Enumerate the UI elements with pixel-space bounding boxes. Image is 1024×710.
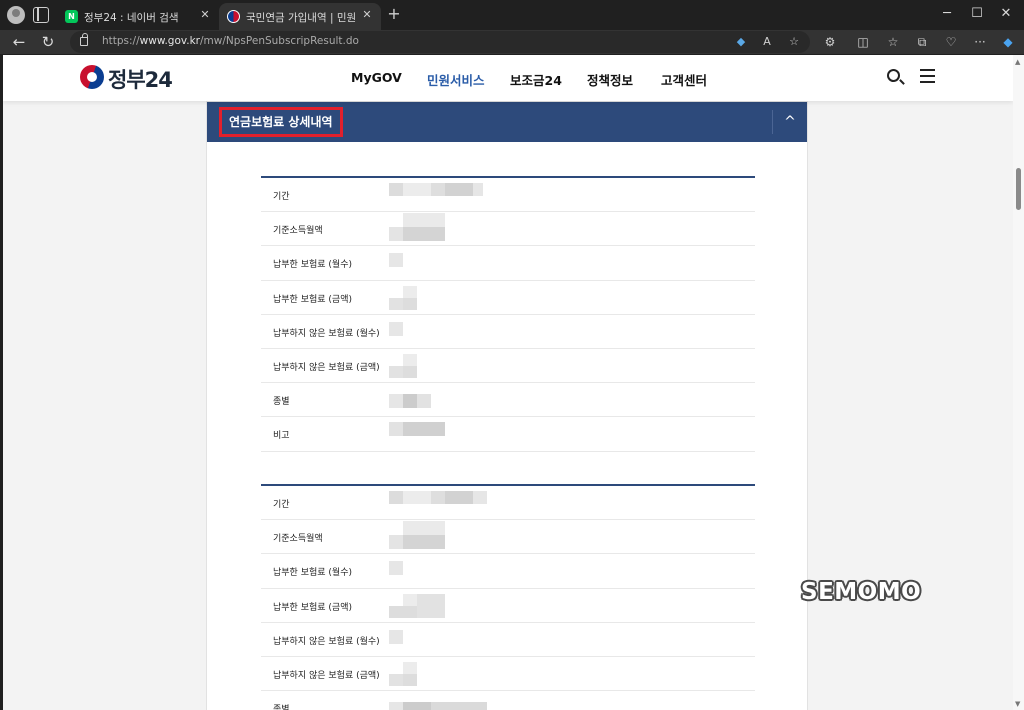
row-label: 기준소득월액 [273,534,323,545]
gov-emblem-icon[interactable] [80,65,104,89]
row-label: 비고 [273,431,290,442]
nav-subsidy24[interactable]: 보조금24 [510,70,562,89]
nav-policy-info[interactable]: 정책정보 [587,70,633,89]
masked-value [389,661,489,686]
extensions-icon[interactable]: ⚙ [822,34,838,50]
copilot-icon[interactable]: ◆ [1000,34,1016,50]
scroll-thumb[interactable] [1016,168,1021,210]
nav-mygov[interactable]: MyGOV [351,70,402,85]
maximize-icon[interactable]: ☐ [967,5,987,23]
new-tab-icon[interactable]: + [386,6,402,22]
row-label: 납부한 보험료 (금액) [273,294,352,305]
read-aloud-icon[interactable]: A [759,34,775,50]
nav-customer-center[interactable]: 고객센터 [661,70,707,89]
masked-value [389,388,489,412]
address-bar[interactable]: https://www.gov.kr/mw/NpsPenSubscripResu… [70,31,810,53]
site-logo[interactable]: 정부24 [108,64,173,94]
browser-tab-strip: N 정부24 : 네이버 검색 ✕ 국민연금 가입내역 | 민원서비스 | ✕ … [0,0,1024,30]
page-scrollbar[interactable]: ▲ ▼ [1013,55,1024,710]
row-label: 납부한 보험료 (금액) [273,602,352,613]
table-row: 종별 [261,383,755,418]
masked-value [389,559,489,583]
refresh-icon[interactable]: ↻ [38,32,58,52]
masked-value [389,285,489,310]
gov24-icon [227,10,240,23]
minimize-icon[interactable]: ─ [937,5,957,23]
record-table-1: 기간 기준소득월액 납부한 보험료 (월수) 납부한 보험료 (금액) 납부하지… [261,176,755,452]
table-row: 납부한 보험료 (금액) [261,589,755,623]
nav-civil-services[interactable]: 민원서비스 [427,70,485,89]
table-row: 종별 [261,691,755,710]
table-row: 납부하지 않은 보험료 (금액) [261,657,755,692]
page-viewport: 정부24 MyGOV 민원서비스 보조금24 정책정보 고객센터 연금보험료 상… [3,55,1013,710]
lock-icon[interactable] [80,33,88,46]
masked-value [389,491,489,515]
row-label: 기간 [273,192,290,202]
masked-value [389,353,489,378]
table-row: 납부하지 않은 보험료 (월수) [261,315,755,349]
table-row: 기준소득월액 [261,212,755,247]
section-title: 연금보험료 상세내역 [219,107,343,137]
row-label: 납부한 보험료 (월수) [273,568,352,579]
tab-title: 정부24 : 네이버 검색 [84,12,179,24]
collapse-chevron-up-icon[interactable]: ^ [773,102,807,142]
row-label: 납부하지 않은 보험료 (금액) [273,670,380,681]
search-icon[interactable] [887,69,900,82]
browser-tab-naver[interactable]: N 정부24 : 네이버 검색 ✕ [57,3,219,30]
row-label: 종별 [273,397,290,408]
masked-value [389,422,489,446]
coupon-tag-icon[interactable]: ◆ [733,34,749,50]
record-table-2: 기간 기준소득월액 납부한 보험료 (월수) 납부한 보험료 (금액) 납부하지… [261,484,755,710]
site-header: 정부24 MyGOV 민원서비스 보조금24 정책정보 고객센터 [3,55,1013,101]
table-row: 기간 [261,486,755,521]
masked-value [389,696,489,710]
row-label: 기간 [273,500,290,510]
row-label: 종별 [273,702,290,710]
row-label: 납부하지 않은 보험료 (월수) [273,636,380,647]
table-row: 기간 [261,178,755,213]
tab-title: 국민연금 가입내역 | 민원서비스 | [246,12,356,24]
split-screen-icon[interactable]: ◫ [855,34,871,50]
scroll-up-icon[interactable]: ▲ [1015,58,1020,66]
browser-essentials-icon[interactable]: ♡ [943,34,959,50]
table-row: 납부하지 않은 보험료 (금액) [261,349,755,384]
row-label: 납부한 보험료 (월수) [273,260,352,271]
url-text: https://www.gov.kr/mw/NpsPenSubscripResu… [102,35,359,47]
favorite-star-icon[interactable]: ☆ [786,34,802,50]
masked-value [389,213,489,242]
favorites-icon[interactable]: ☆ [885,34,901,50]
masked-value [389,320,489,344]
browser-tab-gov24[interactable]: 국민연금 가입내역 | 민원서비스 | ✕ [219,3,381,30]
back-icon[interactable]: ← [9,32,29,52]
section-header[interactable]: 연금보험료 상세내역 ^ [207,102,807,142]
table-row: 기준소득월액 [261,520,755,555]
masked-value [389,593,489,618]
profile-avatar-icon[interactable] [7,6,25,24]
table-row: 납부하지 않은 보험료 (월수) [261,623,755,657]
watermark-text: SEMOMO [801,579,922,605]
hamburger-menu-icon[interactable] [920,69,935,83]
table-row: 납부한 보험료 (월수) [261,246,755,281]
close-icon[interactable]: ✕ [198,8,212,22]
close-icon[interactable]: ✕ [360,8,374,22]
window-close-icon[interactable]: ✕ [996,5,1016,23]
more-menu-icon[interactable]: ··· [972,34,988,50]
browser-toolbar: ← ↻ https://www.gov.kr/mw/NpsPenSubscrip… [0,30,1024,54]
table-row: 납부한 보험료 (월수) [261,554,755,589]
row-label: 기준소득월액 [273,226,323,237]
tab-actions-icon[interactable] [33,7,49,23]
masked-value [389,251,489,275]
collections-icon[interactable]: ⧉ [914,34,930,50]
masked-value [389,521,489,550]
table-row: 비고 [261,417,755,452]
row-label: 납부하지 않은 보험료 (월수) [273,328,380,339]
row-label: 납부하지 않은 보험료 (금액) [273,362,380,373]
naver-icon: N [65,10,78,23]
scroll-down-icon[interactable]: ▼ [1015,700,1020,708]
table-row: 납부한 보험료 (금액) [261,281,755,315]
masked-value [389,628,489,652]
masked-value [389,183,489,207]
pension-detail-card: 연금보험료 상세내역 ^ 기간 기준소득월액 납부한 보험료 (월수) 납부한 … [206,101,808,710]
